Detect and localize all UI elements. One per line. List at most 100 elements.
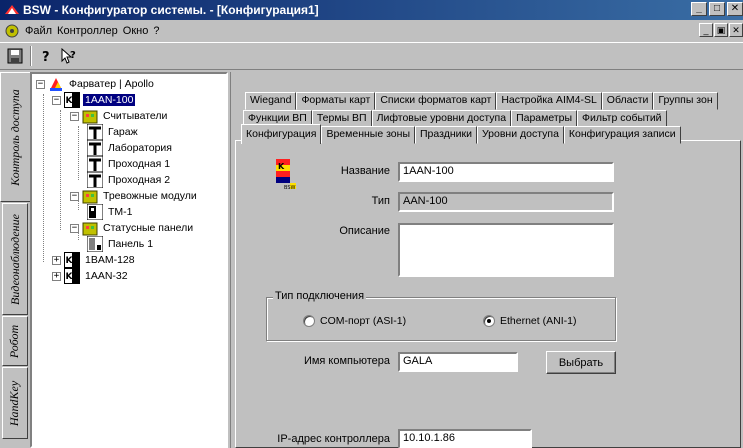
system-menu-icon[interactable] (4, 23, 20, 39)
radio-indicator-selected (483, 315, 495, 327)
collapse-toggle[interactable]: − (36, 79, 45, 89)
tree-alarm-label: Тревожные модули (103, 190, 197, 202)
type-field: AAN-100 (398, 192, 614, 212)
tree-node-status-panels[interactable]: − Статусные панели (70, 220, 195, 236)
tab-holidays[interactable]: Праздники (415, 126, 477, 144)
vtab-access-control[interactable]: Контроль доступа (0, 72, 30, 202)
expand-toggle[interactable]: + (52, 255, 61, 265)
tab-row-3: Конфигурация Временные зоны Праздники Ур… (241, 124, 681, 144)
collapse-toggle[interactable]: − (70, 111, 79, 121)
child-close-button[interactable]: ✕ (729, 23, 743, 37)
tree-node-controller-1aan100[interactable]: − K 1AAN-100 (52, 92, 136, 108)
tab-access-levels[interactable]: Уровни доступа (476, 126, 564, 144)
tab-card-formats[interactable]: Форматы карт (296, 92, 376, 110)
description-field[interactable] (398, 223, 614, 277)
ip-address-field[interactable]: 10.10.1.86 (398, 429, 532, 448)
tree-controller-label: 1BAM-128 (85, 254, 135, 266)
menu-file[interactable]: Файл (25, 25, 52, 37)
computer-name-label: Имя компьютера (303, 355, 390, 367)
ethernet-radio[interactable]: Ethernet (ANI-1) (483, 315, 576, 327)
tree-node-reader[interactable]: Гараж (87, 124, 140, 140)
tree-status-label: Статусные панели (103, 222, 194, 234)
reader-icon (87, 140, 103, 156)
context-help-button[interactable]: ? (58, 45, 80, 67)
svg-text:K: K (66, 272, 74, 282)
tree-reader-label: Гараж (108, 126, 138, 138)
vtab-robot[interactable]: Робот (2, 316, 28, 366)
property-panel: Wiegand Форматы карт Списки форматов кар… (230, 72, 743, 448)
tab-configuration[interactable]: Конфигурация (241, 124, 322, 144)
tree-node-alarm-module[interactable]: ТМ-1 (87, 204, 135, 220)
tab-wiegand[interactable]: Wiegand (245, 92, 297, 110)
minimize-button[interactable]: _ (691, 2, 707, 16)
tree-node-status-panel[interactable]: Панель 1 (87, 236, 155, 252)
close-button[interactable]: ✕ (727, 2, 743, 16)
tab-zone-groups[interactable]: Группы зон (653, 92, 718, 110)
child-restore-button[interactable]: ▣ (714, 23, 728, 37)
vtab-video-surveillance[interactable]: Видеонаблюдение (2, 203, 28, 315)
tree-controller-label: 1AAN-32 (85, 270, 128, 282)
description-label: Описание (339, 225, 390, 237)
tree-node-readers[interactable]: − Считыватели (70, 108, 169, 124)
tab-areas[interactable]: Области (601, 92, 654, 110)
status-panel-icon (87, 236, 103, 252)
tab-time-zones[interactable]: Временные зоны (321, 126, 415, 144)
select-computer-button[interactable]: Выбрать (546, 351, 616, 374)
tree-readers-label: Считыватели (103, 110, 168, 122)
collapse-toggle[interactable]: − (70, 223, 79, 233)
vtab-handkey-label: HandKey (7, 380, 22, 426)
save-button[interactable] (4, 45, 26, 67)
collapse-toggle[interactable]: − (52, 95, 61, 105)
controller-icon: K (64, 92, 80, 108)
svg-text:K: K (66, 256, 74, 266)
tree-node-root[interactable]: − Фарватер | Apollo (36, 76, 156, 92)
window-title: BSW - Конфигуратор системы. - [Конфигура… (23, 3, 319, 17)
com-port-radio[interactable]: COM-порт (ASI-1) (303, 315, 406, 327)
reader-icon (87, 124, 103, 140)
vertical-tab-strip: Контроль доступа Видеонаблюдение Робот H… (0, 72, 30, 448)
svg-text:K: K (278, 162, 285, 171)
tree-node-controller-1bam128[interactable]: + K 1BAM-128 (52, 252, 137, 268)
svg-text:K: K (66, 96, 74, 106)
maximize-button[interactable]: □ (709, 2, 725, 16)
tree-node-reader[interactable]: Лаборатория (87, 140, 174, 156)
svg-text:?: ? (70, 50, 76, 61)
menu-controller[interactable]: Контроллер (57, 25, 118, 37)
name-label: Название (340, 165, 390, 177)
tree-controller-label: 1AAN-100 (83, 94, 136, 106)
menu-help[interactable]: ? (153, 25, 159, 37)
child-minimize-button[interactable]: _ (699, 23, 713, 37)
ethernet-label: Ethernet (ANI-1) (500, 315, 577, 327)
menu-window[interactable]: Окно (123, 25, 149, 37)
tree-reader-label: Лаборатория (108, 142, 172, 154)
tab-record-configuration[interactable]: Конфигурация записи (563, 126, 681, 144)
tab-card-format-lists[interactable]: Списки форматов карт (375, 92, 497, 110)
tree-node-reader[interactable]: Проходная 1 (87, 156, 172, 172)
app-icon (5, 5, 19, 14)
tree-alarm-module-label: ТМ-1 (108, 206, 133, 218)
collapse-toggle[interactable]: − (70, 191, 79, 201)
reader-icon (87, 172, 103, 188)
name-field[interactable]: 1AAN-100 (398, 162, 614, 182)
tree-node-controller-1aan32[interactable]: + K 1AAN-32 (52, 268, 130, 284)
vtab-handkey[interactable]: HandKey (2, 367, 28, 439)
tree-reader-label: Проходная 1 (108, 158, 171, 170)
floppy-disk-icon (7, 48, 23, 64)
menu-bar: Файл Контроллер Окно ? _ ▣ ✕ (0, 21, 743, 41)
expand-toggle[interactable]: + (52, 271, 61, 281)
folder-group-icon (82, 222, 98, 236)
svg-text:?: ? (42, 50, 50, 64)
connection-type-group: Тип подключения COM-порт (ASI-1) Etherne… (266, 290, 616, 341)
tree-node-alarm-modules[interactable]: − Тревожные модули (70, 188, 199, 204)
reader-icon (87, 156, 103, 172)
vtab-access-control-label: Контроль доступа (8, 88, 22, 186)
device-tree[interactable]: − Фарватер | Apollo − K 1AAN-100 − Считы… (30, 72, 228, 448)
vtab-robot-label: Робот (7, 324, 22, 358)
radio-indicator (303, 315, 315, 327)
ip-address-label: IP-адрес контроллера (277, 433, 390, 445)
folder-group-icon (82, 190, 98, 204)
help-button[interactable]: ? (35, 45, 57, 67)
tab-aim4sl-settings[interactable]: Настройка AIM4-SL (496, 92, 602, 110)
computer-name-field[interactable]: GALA (398, 352, 518, 372)
tree-node-reader[interactable]: Проходная 2 (87, 172, 172, 188)
